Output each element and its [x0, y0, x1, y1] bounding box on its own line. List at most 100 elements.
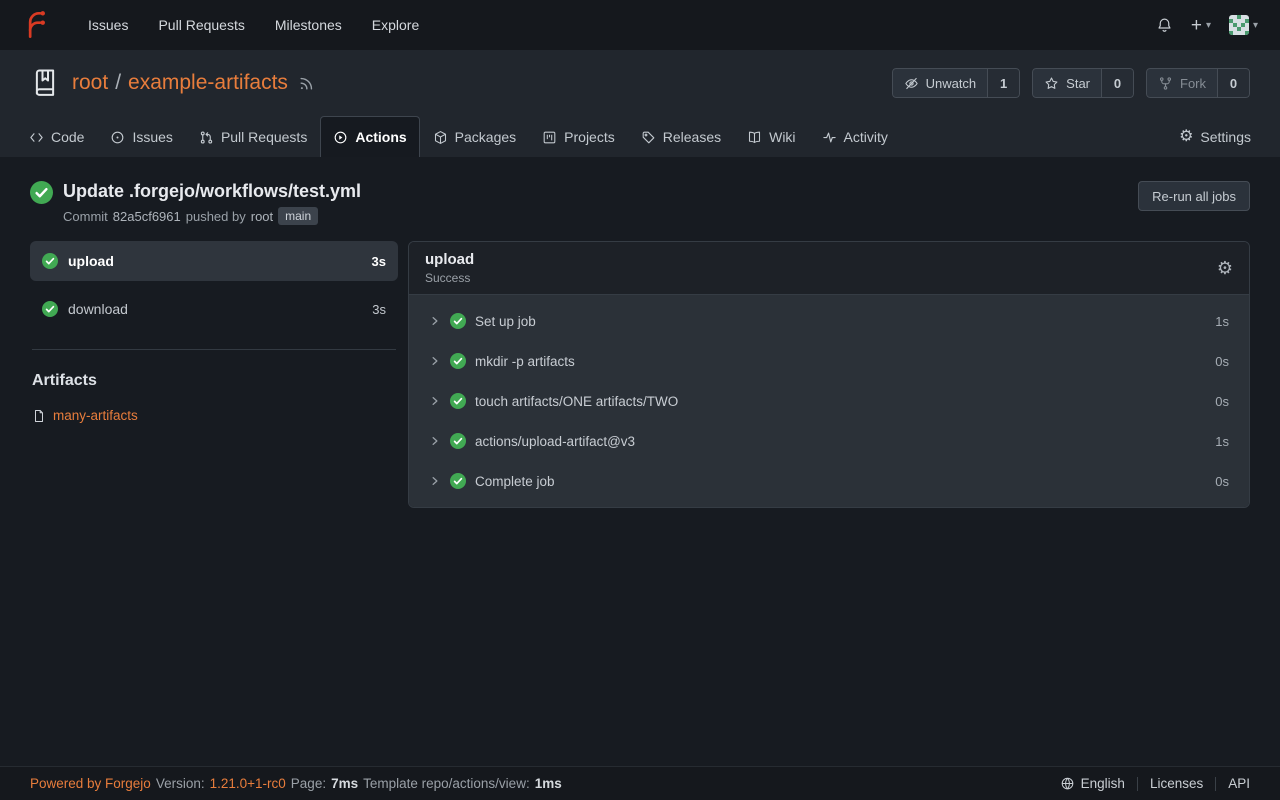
project-board-icon [542, 130, 557, 145]
tab-label: Packages [455, 129, 516, 145]
tag-icon [641, 130, 656, 145]
nav-item-milestones[interactable]: Milestones [263, 9, 354, 41]
step-name: Set up job [475, 314, 536, 329]
tab-projects[interactable]: Projects [529, 116, 628, 157]
branch-badge[interactable]: main [278, 207, 318, 225]
job-steps-list: Set up job 1s mkdir -p artifacts 0s [409, 295, 1249, 507]
notifications-button[interactable] [1156, 17, 1173, 34]
powered-by-link[interactable]: Powered by Forgejo [30, 776, 151, 791]
step-name: Complete job [475, 474, 555, 489]
unwatch-button[interactable]: Unwatch [892, 68, 989, 98]
stars-count[interactable]: 0 [1102, 68, 1134, 98]
book-icon [747, 130, 762, 145]
repo-name-link[interactable]: example-artifacts [128, 71, 288, 95]
success-check-icon [450, 393, 466, 409]
run-commit-meta: Commit 82a5cf6961 pushed by root main [63, 207, 361, 225]
user-menu[interactable]: ▾ [1229, 15, 1258, 35]
step-name: touch artifacts/ONE artifacts/TWO [475, 394, 678, 409]
tab-wiki[interactable]: Wiki [734, 116, 808, 157]
job-name: download [68, 301, 128, 317]
tab-label: Actions [355, 129, 406, 145]
version-link[interactable]: 1.21.0+1-rc0 [210, 776, 286, 791]
footer-links: English Licenses API [1048, 776, 1250, 791]
rerun-all-jobs-button[interactable]: Re-run all jobs [1138, 181, 1250, 211]
success-check-icon [450, 353, 466, 369]
step-row-touch-artifacts[interactable]: touch artifacts/ONE artifacts/TWO 0s [409, 381, 1249, 421]
rss-icon [298, 75, 315, 92]
step-row-mkdir[interactable]: mkdir -p artifacts 0s [409, 341, 1249, 381]
tab-pull-requests[interactable]: Pull Requests [186, 116, 320, 157]
forgejo-logo-icon [22, 11, 50, 39]
fork-button[interactable]: Fork [1146, 68, 1218, 98]
run-header: Update .forgejo/workflows/test.yml Commi… [30, 181, 1250, 225]
step-row-complete-job[interactable]: Complete job 0s [409, 461, 1249, 501]
step-row-set-up-job[interactable]: Set up job 1s [409, 301, 1249, 341]
tab-releases[interactable]: Releases [628, 116, 734, 157]
tab-packages[interactable]: Packages [420, 116, 529, 157]
fork-icon [1158, 76, 1173, 91]
tab-label: Wiki [769, 129, 795, 145]
bell-icon [1156, 17, 1173, 34]
language-selector[interactable]: English [1048, 776, 1137, 791]
fork-label: Fork [1180, 76, 1206, 91]
success-check-icon [450, 433, 466, 449]
artifact-link-many-artifacts[interactable]: many-artifacts [32, 408, 398, 423]
job-item-download[interactable]: download 3s [30, 289, 398, 329]
gear-icon: ⚙ [1179, 129, 1193, 145]
forks-count[interactable]: 0 [1218, 68, 1250, 98]
divider [32, 349, 396, 350]
step-row-upload-artifact[interactable]: actions/upload-artifact@v3 1s [409, 421, 1249, 461]
nav-item-explore[interactable]: Explore [360, 9, 431, 41]
page-footer: Powered by Forgejo Version: 1.21.0+1-rc0… [0, 766, 1280, 800]
nav-item-issues[interactable]: Issues [76, 9, 140, 41]
pull-request-icon [199, 130, 214, 145]
actions-run-view: Update .forgejo/workflows/test.yml Commi… [0, 157, 1280, 766]
nav-item-pull-requests[interactable]: Pull Requests [146, 9, 256, 41]
breadcrumb-separator: / [115, 71, 121, 95]
tab-code[interactable]: Code [16, 116, 97, 157]
repo-owner-link[interactable]: root [72, 71, 108, 95]
unwatch-label: Unwatch [926, 76, 977, 91]
step-duration: 1s [1215, 434, 1229, 449]
step-duration: 0s [1215, 354, 1229, 369]
tab-label: Pull Requests [221, 129, 307, 145]
run-title: Update .forgejo/workflows/test.yml [63, 181, 361, 202]
success-check-icon [42, 253, 58, 269]
top-navbar: Issues Pull Requests Milestones Explore … [0, 0, 1280, 50]
step-name: actions/upload-artifact@v3 [475, 434, 635, 449]
chevron-right-icon [429, 435, 441, 447]
template-time-label: Template repo/actions/view: [363, 776, 530, 791]
template-time-value: 1ms [535, 776, 562, 791]
job-item-upload[interactable]: upload 3s [30, 241, 398, 281]
create-new-menu[interactable]: + ▾ [1191, 16, 1211, 35]
success-check-icon [30, 181, 53, 204]
tab-activity[interactable]: Activity [809, 116, 901, 157]
star-button[interactable]: Star [1032, 68, 1102, 98]
gear-icon[interactable]: ⚙ [1217, 258, 1233, 279]
primary-nav: Issues Pull Requests Milestones Explore [76, 9, 431, 41]
api-link[interactable]: API [1216, 776, 1250, 791]
play-circle-icon [333, 130, 348, 145]
repo-header: root / example-artifacts [0, 50, 1280, 157]
forgejo-logo[interactable] [22, 11, 50, 39]
chevron-right-icon [429, 395, 441, 407]
commit-author-link[interactable]: root [251, 209, 273, 224]
rss-feed-button[interactable] [298, 75, 315, 92]
tab-actions[interactable]: Actions [320, 116, 419, 157]
tab-label: Issues [132, 129, 172, 145]
repo-action-buttons: Unwatch 1 Star 0 [892, 68, 1250, 98]
tab-issues[interactable]: Issues [97, 116, 185, 157]
watchers-count[interactable]: 1 [988, 68, 1020, 98]
language-label: English [1081, 776, 1125, 791]
commit-sha-link[interactable]: 82a5cf6961 [113, 209, 181, 224]
tab-label: Releases [663, 129, 721, 145]
file-icon [32, 409, 46, 423]
job-duration: 3s [372, 302, 386, 317]
star-button-group: Star 0 [1032, 68, 1134, 98]
licenses-link[interactable]: Licenses [1138, 776, 1215, 791]
repo-breadcrumb: root / example-artifacts [72, 71, 288, 95]
chevron-right-icon [429, 315, 441, 327]
tab-settings[interactable]: ⚙ Settings [1166, 116, 1264, 157]
version-label: Version: [156, 776, 205, 791]
repo-tabs: Code Issues Pull Requests [0, 116, 1280, 157]
